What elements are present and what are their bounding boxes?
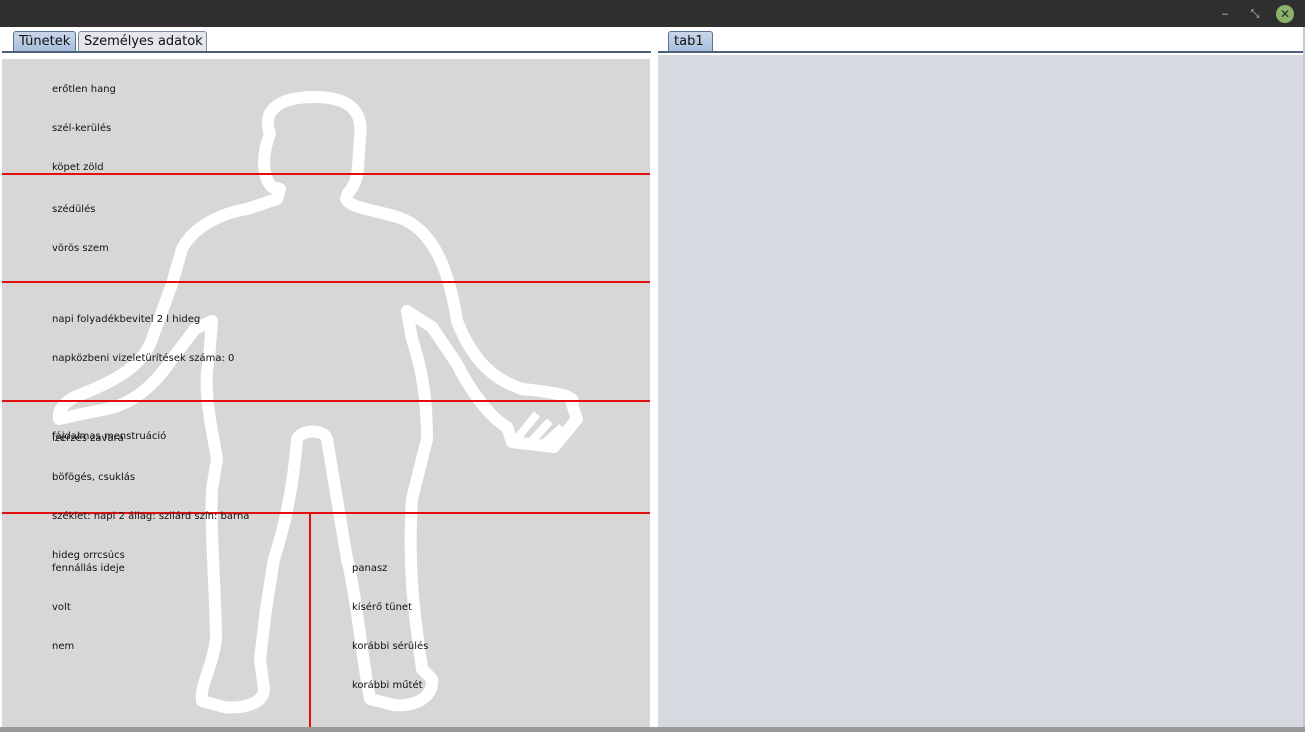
restore-icon[interactable]: ⤡ — [1246, 5, 1264, 23]
symptom-line: napi folyadékbevitel 2 l hideg — [52, 314, 201, 325]
symptom-line: szél-kerülés — [52, 123, 112, 134]
symptom-line: köpet zöld — [52, 162, 104, 173]
symptom-line: széklet: napi 2 állag: szilárd szín: bar… — [52, 511, 250, 522]
window-titlebar: ‒ ⤡ ✕ — [0, 0, 1305, 27]
tab-underline — [658, 51, 1303, 53]
info-line: fennállás ideje — [52, 563, 125, 574]
symptom-line: ízérzés zavara — [52, 433, 124, 444]
info-line: nem — [52, 641, 75, 652]
minimize-icon[interactable]: ‒ — [1216, 5, 1234, 23]
symptom-line: vörös szem — [52, 243, 109, 254]
tab-tunetek[interactable]: Tünetek — [13, 31, 76, 51]
window-bottom-border — [0, 727, 1305, 732]
right-pane: tab1 — [658, 27, 1303, 732]
tab-underline — [2, 51, 651, 53]
zone-divider-vertical — [309, 512, 311, 727]
tab-szemelyes-adatok[interactable]: Személyes adatok — [78, 31, 207, 51]
tab1-content — [658, 55, 1303, 727]
window-client: Tünetek Személyes adatok erőtlen hang sz… — [0, 27, 1305, 732]
zone-chest-symptoms: szédülés vörös szem — [52, 177, 109, 281]
zone-bottom-right: panasz kísérő tünet korábbi sérülés korá… — [352, 536, 428, 718]
info-line: korábbi sérülés — [352, 641, 429, 652]
symptom-line: erőtlen hang — [52, 84, 116, 95]
info-line: volt — [52, 602, 71, 613]
symptom-line: szédülés — [52, 204, 96, 215]
info-line: kísérő tünet — [352, 602, 413, 613]
left-pane: Tünetek Személyes adatok erőtlen hang sz… — [0, 27, 652, 732]
symptom-line — [52, 391, 234, 404]
tab-tab1[interactable]: tab1 — [668, 31, 713, 51]
info-line: korábbi műtét — [352, 680, 423, 691]
info-line: panasz — [352, 563, 388, 574]
zone-bottom-left: fennállás ideje volt nem — [52, 536, 125, 679]
symptom-line: napközbeni vizeletürítések száma: 0 — [52, 353, 235, 364]
zone-divider-2 — [2, 281, 650, 283]
body-map-panel[interactable]: erőtlen hang szél-kerülés köpet zöld szé… — [2, 59, 650, 727]
close-icon[interactable]: ✕ — [1276, 5, 1294, 23]
symptom-line: böfögés, csuklás — [52, 472, 136, 483]
